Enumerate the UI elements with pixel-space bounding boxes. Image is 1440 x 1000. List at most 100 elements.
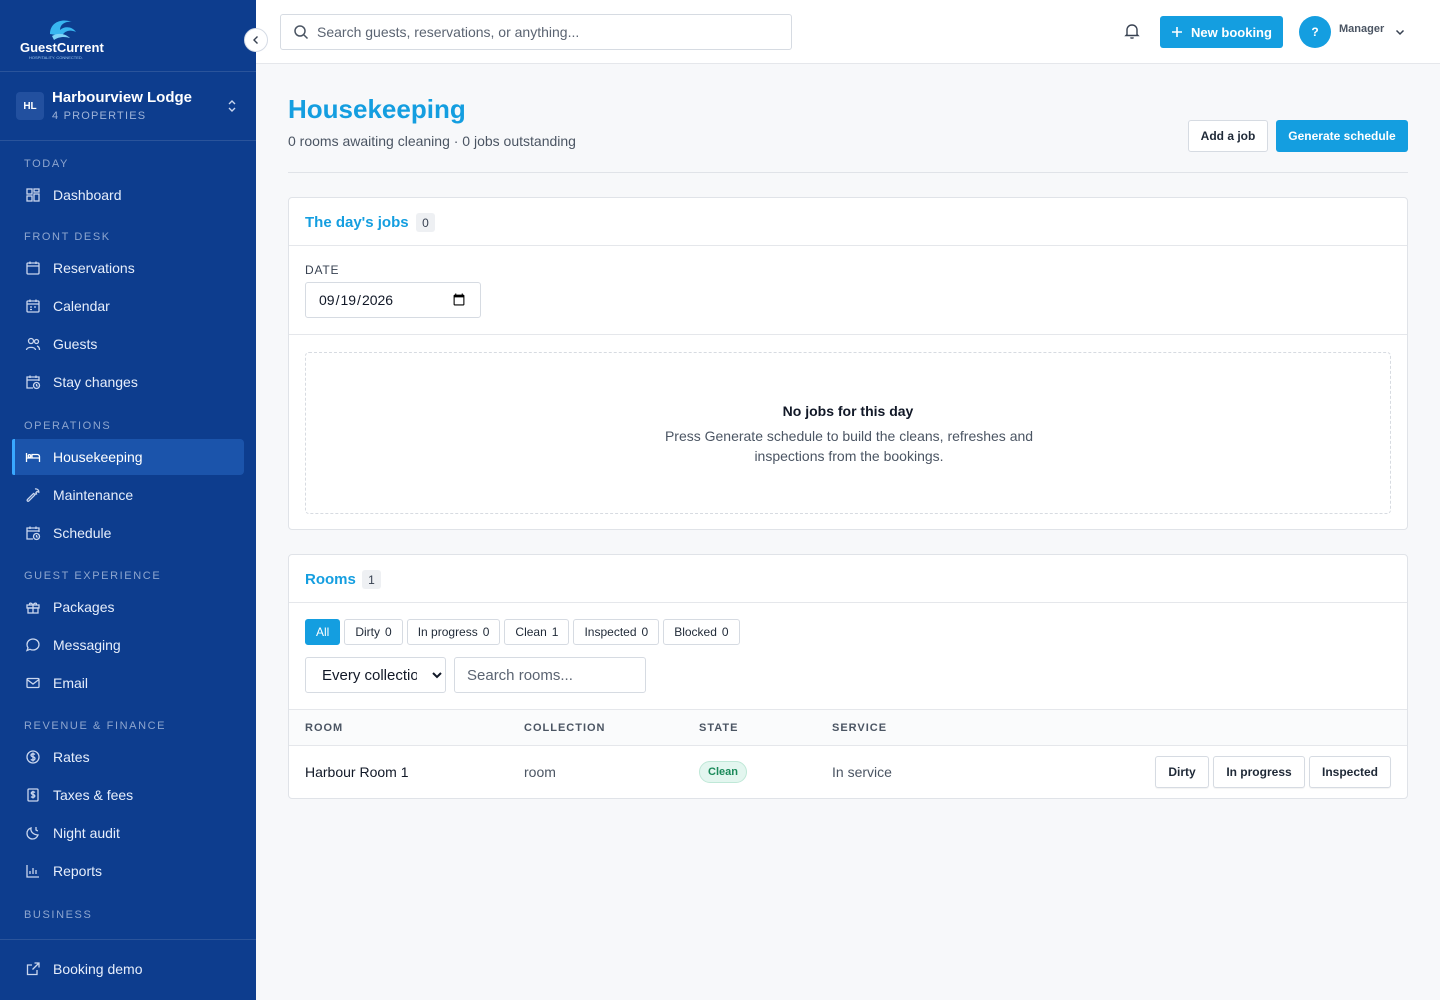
filter-count: 0 [482,625,490,639]
table-row: Harbour Room 1 room Clean In service Dir… [289,746,1407,798]
bed-icon [24,448,42,466]
brand: GuestCurrent HOSPITALITY. CONNECTED. [0,0,256,72]
filter-count: 1 [551,625,559,639]
sidebar: GuestCurrent HOSPITALITY. CONNECTED. HL … [0,0,268,1000]
dollar-circle-icon [24,748,42,766]
gift-icon [24,598,42,616]
card-header: Rooms 1 [289,555,1407,603]
wrench-icon [24,486,42,504]
users-icon [24,335,42,353]
dashboard-icon [24,186,42,204]
calendar-icon [24,259,42,277]
filter-dirty[interactable]: Dirty 0 [344,619,403,645]
property-name: Harbourview Lodge [52,89,193,106]
card-title: Rooms [305,571,356,588]
bar-chart-icon [24,862,42,880]
sidebar-item-dashboard[interactable]: Dashboard [12,177,244,213]
sidebar-footer: Booking demo [0,939,256,1000]
notifications-button[interactable] [1124,22,1140,45]
filter-inspected[interactable]: Inspected 0 [573,619,660,645]
room-search-input[interactable] [454,657,646,693]
sidebar-item-messaging[interactable]: Messaging [12,627,244,663]
mark-in-progress-button[interactable]: In progress [1213,756,1305,788]
new-booking-button[interactable]: New booking [1160,16,1283,48]
search-input[interactable] [317,24,777,40]
plus-icon [1171,26,1183,38]
jobs-count-badge: 0 [416,213,435,232]
sidebar-item-label: Reservations [53,260,135,276]
card-title: The day's jobs [305,214,409,231]
room-collection: room [524,764,556,780]
date-input[interactable] [305,282,481,318]
mail-icon [24,674,42,692]
filter-label: Clean [515,625,547,639]
card-header: The day's jobs 0 [289,198,1407,246]
filter-label: In progress [417,625,478,639]
nav-section-revenue-finance: REVENUE & FINANCE [24,720,167,732]
empty-state-title: No jobs for this day [782,403,914,419]
mark-inspected-button[interactable]: Inspected [1309,756,1391,788]
sidebar-item-email[interactable]: Email [12,665,244,701]
guestcurrent-logo[interactable]: GuestCurrent HOSPITALITY. CONNECTED. [20,12,110,60]
sidebar-item-housekeeping[interactable]: Housekeeping [12,439,244,475]
sidebar-item-rates[interactable]: Rates [12,739,244,775]
status-badge: Clean [699,761,747,783]
user-avatar[interactable]: ? [1299,16,1331,48]
sidebar-item-label: Packages [53,599,115,615]
sidebar-item-guests[interactable]: Guests [12,326,244,362]
sidebar-item-booking-demo[interactable]: Booking demo [12,951,244,987]
sidebar-item-reports[interactable]: Reports [12,853,244,889]
property-switcher[interactable]: HL Harbourview Lodge 4 PROPERTIES [0,72,256,141]
page-title: Housekeeping [288,94,466,124]
chevron-down-icon[interactable] [1394,26,1406,38]
nav-section-operations: OPERATIONS [24,420,112,432]
date-label: DATE [305,263,340,277]
sidebar-item-label: Booking demo [53,961,143,977]
filter-all[interactable]: All [305,619,341,645]
property-count: 4 PROPERTIES [52,110,147,122]
sidebar-item-stay-changes[interactable]: Stay changes [12,364,244,400]
calendar-days-icon [24,297,42,315]
filter-count: 0 [385,625,392,639]
column-service: SERVICE [832,722,888,734]
sidebar-item-taxes-fees[interactable]: Taxes & fees [12,777,244,813]
filter-in-progress[interactable]: In progress 0 [406,619,501,645]
sidebar-item-reservations[interactable]: Reservations [12,250,244,286]
sidebar-item-night-audit[interactable]: Night audit [12,815,244,851]
add-job-button[interactable]: Add a job [1188,120,1268,152]
nav-section-today: TODAY [24,158,69,170]
collapse-sidebar-button[interactable] [244,28,268,52]
sidebar-item-label: Reports [53,863,103,879]
collection-select[interactable]: Every collection [305,657,446,693]
sidebar-item-label: Taxes & fees [53,787,134,803]
filter-count: 0 [721,625,729,639]
sidebar-item-maintenance[interactable]: Maintenance [12,477,244,513]
sidebar-item-label: Maintenance [53,487,134,503]
sidebar-item-calendar[interactable]: Calendar [12,288,244,324]
topbar: New booking ? Manager [256,0,1440,64]
filter-label: Dirty [355,625,381,639]
sidebar-item-label: Night audit [53,825,120,841]
sidebar-item-label: Guests [53,336,98,352]
sidebar-item-label: Calendar [53,298,110,314]
global-search[interactable] [280,14,792,50]
generate-schedule-button[interactable]: Generate schedule [1276,120,1408,152]
nav-section-front-desk: FRONT DESK [24,231,111,243]
external-link-icon [24,960,42,978]
nav-section-guest-experience: GUEST EXPERIENCE [24,570,162,582]
mark-dirty-button[interactable]: Dirty [1155,756,1209,788]
column-room: ROOM [305,722,344,734]
filter-blocked[interactable]: Blocked 0 [663,619,740,645]
column-state: STATE [699,722,739,734]
sidebar-item-label: Messaging [53,637,121,653]
room-service: In service [832,764,892,780]
sidebar-item-schedule[interactable]: Schedule [12,515,244,551]
filter-label: Blocked [674,625,717,639]
sidebar-item-label: Dashboard [53,187,122,203]
receipt-dollar-icon [24,786,42,804]
filter-label: All [316,625,330,639]
sidebar-item-label: Stay changes [53,374,138,390]
filter-clean[interactable]: Clean 1 [504,619,570,645]
user-role[interactable]: Manager [1339,23,1384,35]
sidebar-item-packages[interactable]: Packages [12,589,244,625]
